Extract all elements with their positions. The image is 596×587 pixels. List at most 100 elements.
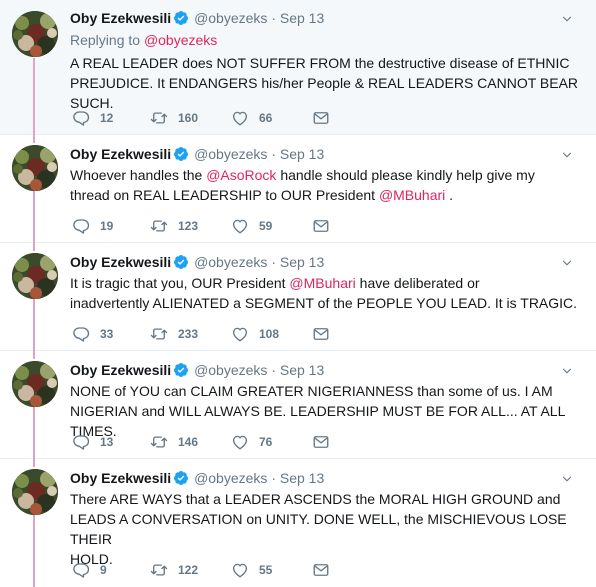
tweet-timestamp[interactable]: Sep 13 [280, 470, 324, 486]
tweet-text-line: NONE of YOU can CLAIM GREATER NIGERIANNE… [70, 383, 553, 399]
like-button[interactable]: 66 [231, 109, 272, 127]
reply-icon [72, 109, 90, 127]
reply-button[interactable]: 13 [72, 433, 113, 451]
chevron-down-icon[interactable] [560, 12, 574, 26]
reply-icon [72, 561, 90, 579]
tweet-text-line: inadvertently ALIENATED a SEGMENT of the… [70, 295, 578, 311]
avatar[interactable] [12, 145, 58, 191]
retweet-button[interactable]: 146 [150, 433, 198, 451]
direct-message-button[interactable] [312, 217, 330, 235]
tweet-timestamp[interactable]: Sep 13 [280, 254, 324, 270]
tweet-text-line: It is tragic that you, OUR President @MB… [70, 273, 582, 293]
chevron-down-icon[interactable] [560, 148, 574, 162]
author-name[interactable]: Oby Ezekwesili [70, 10, 171, 26]
tweet[interactable]: Oby Ezekwesili @obyezeks · Sep 13 NONE o… [0, 351, 596, 459]
reply-button[interactable]: 12 [72, 109, 113, 127]
reply-count: 12 [100, 111, 114, 125]
like-button[interactable]: 76 [231, 433, 272, 451]
author-name[interactable]: Oby Ezekwesili [70, 362, 171, 378]
avatar[interactable] [12, 469, 58, 515]
thread-line [33, 135, 35, 143]
retweet-icon [150, 433, 168, 451]
like-icon [231, 433, 249, 451]
reply-button[interactable]: 33 [72, 325, 113, 343]
retweet-count: 146 [178, 435, 199, 449]
like-button[interactable]: 108 [231, 325, 279, 343]
thread-line [33, 459, 35, 467]
tweet-text-line: PREJUDICE. It ENDANGERS his/her People &… [70, 75, 579, 111]
author-name[interactable]: Oby Ezekwesili [70, 470, 171, 486]
retweet-count: 123 [178, 219, 199, 233]
text-segment: have deliberated or [355, 275, 480, 291]
avatar[interactable] [12, 253, 58, 299]
thread-line [33, 299, 35, 351]
verified-badge-icon [173, 362, 189, 378]
separator-dot: · [271, 470, 276, 486]
author-handle[interactable]: @obyezeks [194, 362, 267, 378]
tweet-timestamp[interactable]: Sep 13 [280, 362, 324, 378]
chevron-down-icon[interactable] [560, 256, 574, 270]
verified-badge-icon [173, 470, 189, 486]
thread-line [33, 351, 35, 359]
like-count: 59 [259, 219, 273, 233]
author-name[interactable]: Oby Ezekwesili [70, 146, 171, 162]
retweet-count: 160 [178, 111, 199, 125]
chevron-down-icon[interactable] [560, 364, 574, 378]
tweet-text: There ARE WAYS that a LEADER ASCENDS the… [70, 489, 582, 569]
retweet-count: 233 [178, 327, 199, 341]
chevron-down-icon[interactable] [560, 472, 574, 486]
text-segment: . [445, 187, 454, 203]
tweet[interactable]: Oby Ezekwesili @obyezeks · Sep 13 It is … [0, 243, 596, 351]
separator-dot: · [271, 254, 276, 270]
replying-to-link[interactable]: @obyezeks [144, 32, 217, 48]
tweet-header: Oby Ezekwesili @obyezeks · Sep 13 [70, 145, 324, 163]
verified-badge-icon [173, 254, 189, 270]
retweet-button[interactable]: 160 [150, 109, 198, 127]
tweet[interactable]: Oby Ezekwesili @obyezeks · Sep 13 Replyi… [0, 0, 596, 135]
author-handle[interactable]: @obyezeks [194, 146, 267, 162]
like-button[interactable]: 59 [231, 217, 272, 235]
author-handle[interactable]: @obyezeks [194, 10, 267, 26]
retweet-icon [150, 325, 168, 343]
tweet[interactable]: Oby Ezekwesili @obyezeks · Sep 13 There … [0, 459, 596, 587]
tweet-text-line: Whoever handles the @AsoRock handle shou… [70, 165, 582, 185]
retweet-button[interactable]: 123 [150, 217, 198, 235]
like-icon [231, 109, 249, 127]
replying-to: Replying to @obyezeks [70, 31, 217, 49]
retweet-button[interactable]: 122 [150, 561, 198, 579]
reply-count: 19 [100, 219, 114, 233]
author-handle[interactable]: @obyezeks [194, 470, 267, 486]
reply-button[interactable]: 9 [72, 561, 107, 579]
thread-line [33, 58, 35, 135]
reply-count: 33 [100, 327, 114, 341]
direct-message-button[interactable] [312, 433, 330, 451]
tweet[interactable]: Oby Ezekwesili @obyezeks · Sep 13 Whoeve… [0, 135, 596, 243]
tweet-text: NONE of YOU can CLAIM GREATER NIGERIANNE… [70, 381, 582, 441]
mention-link[interactable]: @MBuhari [289, 275, 355, 291]
tweet-header: Oby Ezekwesili @obyezeks · Sep 13 [70, 9, 324, 27]
envelope-icon [312, 433, 330, 451]
direct-message-button[interactable] [312, 109, 330, 127]
tweet-timestamp[interactable]: Sep 13 [280, 10, 324, 26]
verified-badge-icon [173, 146, 189, 162]
direct-message-button[interactable] [312, 325, 330, 343]
tweet-text: It is tragic that you, OUR President @MB… [70, 273, 582, 313]
envelope-icon [312, 561, 330, 579]
like-button[interactable]: 55 [231, 561, 272, 579]
tweet-timestamp[interactable]: Sep 13 [280, 146, 324, 162]
mention-link[interactable]: @MBuhari [379, 187, 445, 203]
reply-button[interactable]: 19 [72, 217, 113, 235]
retweet-button[interactable]: 233 [150, 325, 198, 343]
tweet-text: Whoever handles the @AsoRock handle shou… [70, 165, 582, 205]
author-handle[interactable]: @obyezeks [194, 254, 267, 270]
avatar[interactable] [12, 361, 58, 407]
verified-badge-icon [173, 10, 189, 26]
avatar[interactable] [12, 11, 58, 57]
author-name[interactable]: Oby Ezekwesili [70, 254, 171, 270]
mention-link[interactable]: @AsoRock [206, 167, 276, 183]
tweet-header: Oby Ezekwesili @obyezeks · Sep 13 [70, 469, 324, 487]
retweet-icon [150, 561, 168, 579]
tweet-text-line: thread on REAL LEADERSHIP to OUR Preside… [70, 185, 582, 205]
direct-message-button[interactable] [312, 561, 330, 579]
separator-dot: · [271, 10, 276, 26]
